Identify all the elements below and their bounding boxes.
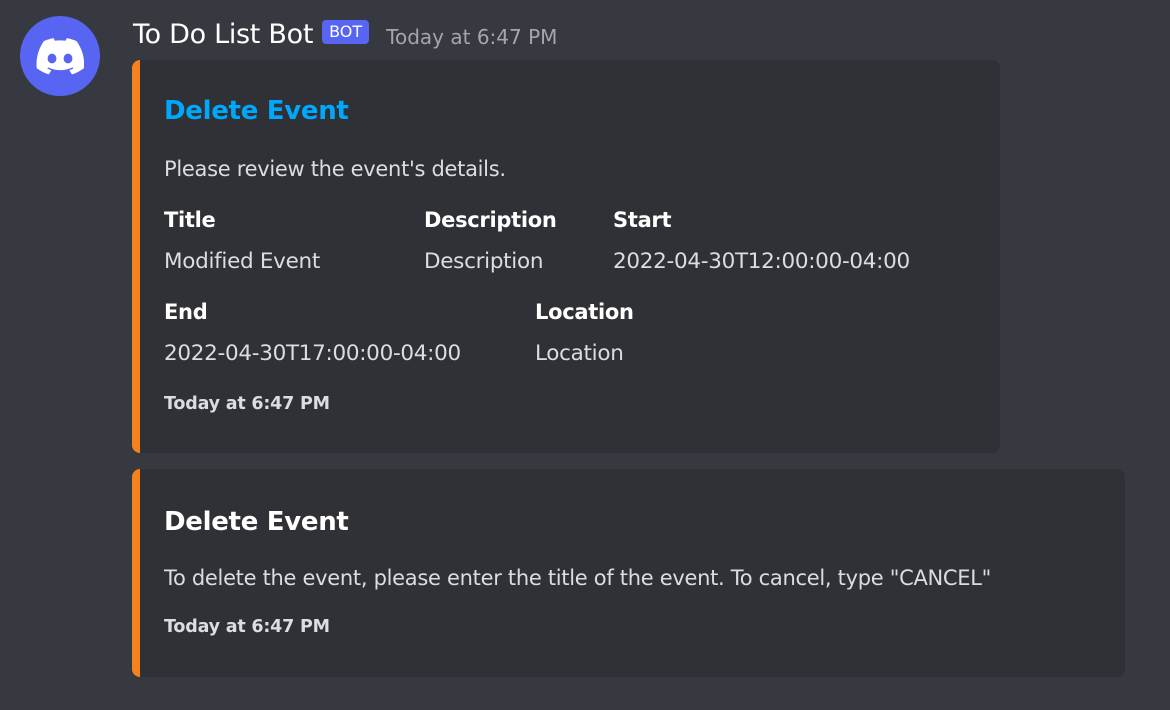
field-name-end: End <box>164 300 208 324</box>
embed-event-details: Delete Event Please review the event's d… <box>132 60 1000 453</box>
field-name-location: Location <box>535 300 634 324</box>
embed-footer-timestamp: Today at 6:47 PM <box>164 394 330 414</box>
embed-title-link[interactable]: Delete Event <box>164 96 349 126</box>
field-value-description: Description <box>424 249 544 274</box>
field-value-end: 2022-04-30T17:00:00-04:00 <box>164 341 461 366</box>
discord-logo-icon <box>36 37 84 74</box>
field-value-title: Modified Event <box>164 249 320 274</box>
field-value-location: Location <box>535 341 624 366</box>
embed-delete-prompt: Delete Event To delete the event, please… <box>132 469 1125 677</box>
field-name-title: Title <box>164 208 216 232</box>
embed-footer-timestamp: Today at 6:47 PM <box>164 617 330 637</box>
message-header: To Do List Bot BOT Today at 6:47 PM <box>133 14 557 54</box>
embed-description: To delete the event, please enter the ti… <box>164 566 992 590</box>
embed-title: Delete Event <box>164 507 349 537</box>
message-timestamp[interactable]: Today at 6:47 PM <box>386 25 557 49</box>
field-value-start: 2022-04-30T12:00:00-04:00 <box>613 249 910 274</box>
bot-badge: BOT <box>322 20 370 44</box>
bot-avatar[interactable] <box>20 16 100 96</box>
embed-description: Please review the event's details. <box>164 157 506 181</box>
author-name[interactable]: To Do List Bot <box>133 19 313 50</box>
field-name-start: Start <box>613 208 672 232</box>
field-name-description: Description <box>424 208 557 232</box>
